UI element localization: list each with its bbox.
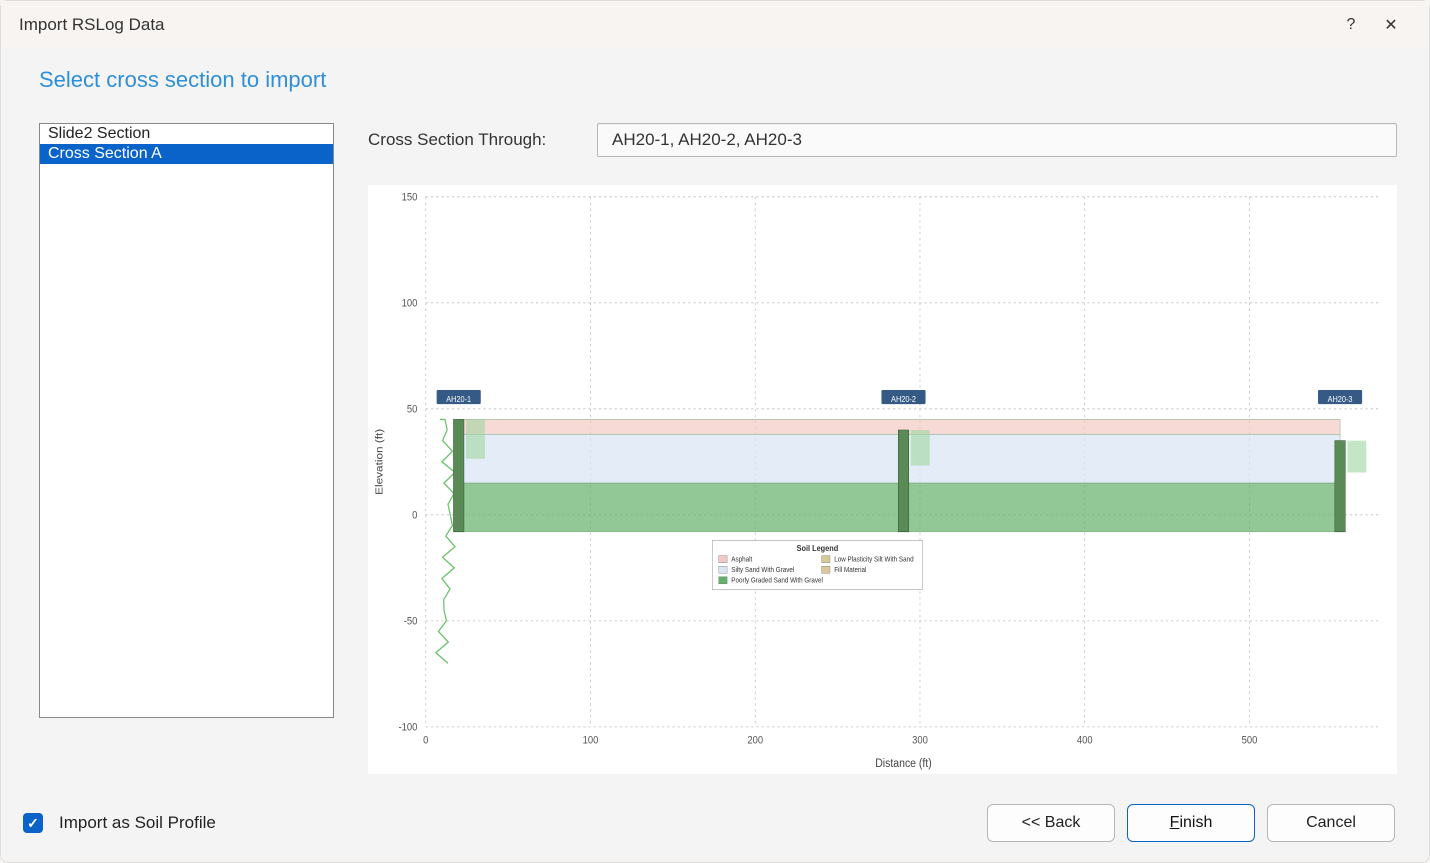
svg-text:Low Plasticity Silt With Sand: Low Plasticity Silt With Sand [834,556,914,563]
svg-text:Distance (ft): Distance (ft) [875,757,932,770]
svg-text:Elevation (ft): Elevation (ft) [374,429,385,495]
svg-text:200: 200 [747,735,763,747]
window-title: Import RSLog Data [19,15,1331,35]
cross-section-chart: 0 100 200 300 400 500 -100 -50 0 50 100 150 Distance… [368,185,1397,774]
svg-text:400: 400 [1077,735,1093,747]
finish-button[interactable]: Finish [1127,804,1255,842]
section-list-item[interactable]: Cross Section A [40,144,333,164]
dialog-content: Select cross section to import Slide2 Se… [1,47,1429,788]
svg-text:Poorly Graded Sand With Gravel: Poorly Graded Sand With Gravel [731,577,823,584]
back-button-label: << Back [1022,814,1081,832]
through-label: Cross Section Through: [368,130,573,150]
svg-text:AH20-2: AH20-2 [891,394,916,404]
dialog-footer: ✓ Import as Soil Profile << Back Finish … [1,788,1429,858]
svg-text:100: 100 [583,735,599,747]
svg-text:0: 0 [423,735,429,747]
svg-text:Fill Material: Fill Material [834,567,867,574]
close-icon: ✕ [1384,15,1397,35]
svg-text:500: 500 [1242,735,1258,747]
titlebar: Import RSLog Data ? ✕ [1,1,1429,47]
finish-button-label: Finish [1170,814,1213,832]
svg-text:300: 300 [912,735,928,747]
svg-text:Asphalt: Asphalt [731,556,752,563]
cancel-button[interactable]: Cancel [1267,804,1395,842]
sections-listbox[interactable]: Slide2 SectionCross Section A [39,123,334,718]
svg-text:-100: -100 [398,722,417,734]
svg-text:AH20-3: AH20-3 [1328,394,1353,404]
help-button[interactable]: ? [1331,11,1371,39]
svg-text:0: 0 [412,510,418,522]
help-icon: ? [1347,16,1356,34]
section-list-item[interactable]: Slide2 Section [40,124,333,144]
cancel-button-label: Cancel [1306,814,1356,832]
svg-text:-50: -50 [404,616,418,628]
svg-text:AH20-1: AH20-1 [446,394,471,404]
svg-text:Soil Legend: Soil Legend [797,543,839,553]
import-soil-profile-label: Import as Soil Profile [59,813,216,833]
import-soil-profile-checkbox[interactable]: ✓ [23,813,43,833]
svg-text:150: 150 [402,192,418,204]
back-button[interactable]: << Back [987,804,1115,842]
preview-column: Cross Section Through: AH20-1, AH20-2, A… [368,123,1397,774]
svg-text:Silty Sand With Gravel: Silty Sand With Gravel [731,567,794,574]
svg-text:50: 50 [407,404,418,416]
page-heading: Select cross section to import [39,67,1397,93]
through-row: Cross Section Through: AH20-1, AH20-2, A… [368,123,1397,157]
close-button[interactable]: ✕ [1371,11,1411,39]
through-field[interactable]: AH20-1, AH20-2, AH20-3 [597,123,1397,157]
svg-text:100: 100 [402,298,418,310]
main-row: Slide2 SectionCross Section A Cross Sect… [39,123,1397,774]
